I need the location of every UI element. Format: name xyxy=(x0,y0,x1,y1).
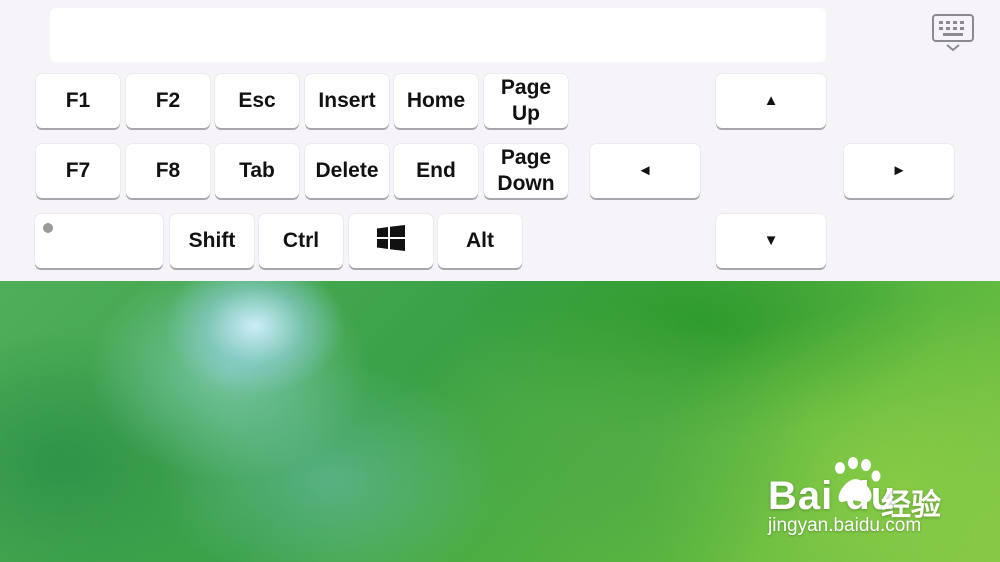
key-label: F8 xyxy=(155,159,181,182)
key-label: Delete xyxy=(315,159,379,182)
key-label: End xyxy=(416,159,456,182)
key-label: F2 xyxy=(155,89,181,112)
keyboard-hide-icon[interactable] xyxy=(930,13,976,55)
key-f1[interactable]: F1 xyxy=(36,74,120,128)
key-label: Shift xyxy=(188,229,236,252)
key-arrow-up[interactable]: ▲ xyxy=(716,74,826,128)
key-label: Tab xyxy=(239,159,275,182)
key-page-up[interactable]: Page Up xyxy=(484,74,568,128)
key-f8[interactable]: F8 xyxy=(126,144,210,198)
arrow-down-icon: ▼ xyxy=(763,232,779,249)
key-fn-toggle[interactable] xyxy=(35,214,163,268)
key-f7[interactable]: F7 xyxy=(36,144,120,198)
key-tab[interactable]: Tab xyxy=(215,144,299,198)
key-insert[interactable]: Insert xyxy=(305,74,389,128)
key-label: Ctrl xyxy=(282,229,320,252)
paw-icon xyxy=(826,454,886,510)
key-delete[interactable]: Delete xyxy=(305,144,389,198)
key-page-down[interactable]: Page Down xyxy=(484,144,568,198)
key-label: Page Up xyxy=(500,76,552,125)
arrow-right-icon: ► xyxy=(891,162,907,179)
key-label: Alt xyxy=(466,229,494,252)
key-label: F7 xyxy=(65,159,91,182)
key-label: Page Down xyxy=(497,146,555,195)
key-arrow-left[interactable]: ◄ xyxy=(590,144,700,198)
key-label: F1 xyxy=(65,89,91,112)
key-label: Insert xyxy=(318,89,376,112)
key-arrow-right[interactable]: ► xyxy=(844,144,954,198)
key-f2[interactable]: F2 xyxy=(126,74,210,128)
key-shift[interactable]: Shift xyxy=(170,214,254,268)
watermark-url: jingyan.baidu.com xyxy=(768,515,922,536)
arrow-up-icon: ▲ xyxy=(763,92,779,109)
windows-logo-icon xyxy=(377,225,405,257)
indicator-dot-icon xyxy=(43,223,53,233)
keyboard-panel: F1 F2 Esc Insert Home Page Up ▲ F7 F8 Ta… xyxy=(0,0,1000,281)
arrow-left-icon: ◄ xyxy=(637,162,653,179)
key-alt[interactable]: Alt xyxy=(438,214,522,268)
key-home[interactable]: Home xyxy=(394,74,478,128)
text-input-bar[interactable] xyxy=(50,8,826,62)
key-label: Home xyxy=(406,89,466,112)
key-windows[interactable] xyxy=(349,214,433,268)
key-esc[interactable]: Esc xyxy=(215,74,299,128)
baidu-jingyan-watermark: Bai du 经验 jingyan.baidu.com xyxy=(768,450,988,545)
key-end[interactable]: End xyxy=(394,144,478,198)
key-ctrl[interactable]: Ctrl xyxy=(259,214,343,268)
key-arrow-down[interactable]: ▼ xyxy=(716,214,826,268)
key-label: Esc xyxy=(238,89,276,112)
